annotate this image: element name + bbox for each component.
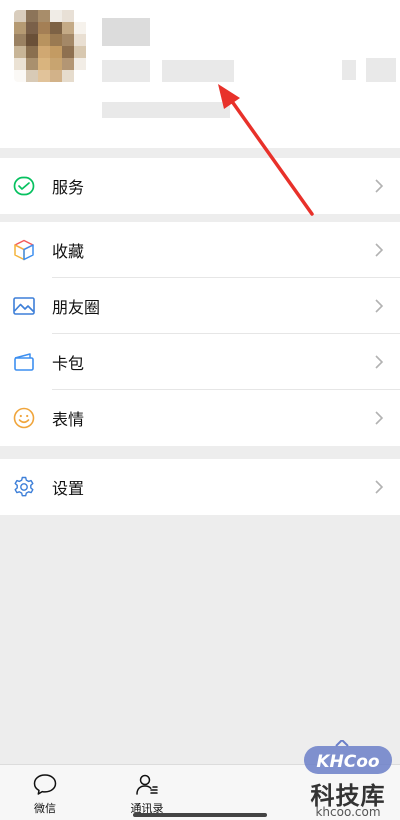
contacts-icon xyxy=(136,774,158,795)
svg-text:KHCoo: KHCoo xyxy=(316,752,380,772)
group-services: 服务 xyxy=(0,158,400,214)
chevron-right-icon xyxy=(375,480,384,494)
tab-label-chats: 微信 xyxy=(34,802,56,815)
avatar[interactable] xyxy=(14,10,86,82)
menu-item-favorites[interactable]: 收藏 xyxy=(0,222,400,278)
watermark: KHCoo 科技库 khcoo.com xyxy=(296,738,400,820)
chevron-right-icon xyxy=(375,299,384,313)
tab-contacts[interactable]: 通讯录 xyxy=(117,765,177,820)
chevron-right-icon xyxy=(375,355,384,369)
group-settings: 设置 xyxy=(0,459,400,515)
wallet-icon xyxy=(14,353,34,371)
menu-item-moments[interactable]: 朋友圈 xyxy=(0,278,400,334)
wechat-pay-icon xyxy=(13,176,35,196)
wechat-id-blurred-2 xyxy=(162,60,234,82)
tab-chats[interactable]: 微信 xyxy=(15,765,75,820)
home-indicator xyxy=(133,813,267,817)
chevron-right-icon xyxy=(375,411,384,425)
qr-arrow-blurred xyxy=(366,58,396,82)
gear-icon xyxy=(14,476,34,497)
chevron-right-icon xyxy=(375,179,384,193)
menu-item-settings[interactable]: 设置 xyxy=(0,459,400,515)
smiley-icon xyxy=(13,407,35,429)
menu-item-services[interactable]: 服务 xyxy=(0,158,400,214)
chevron-right-icon xyxy=(375,243,384,257)
qr-code-blurred[interactable] xyxy=(342,60,356,80)
menu-label-favorites: 收藏 xyxy=(52,242,85,261)
group-features: 收藏 朋友圈 卡包 表情 xyxy=(0,222,400,446)
menu-item-cards[interactable]: 卡包 xyxy=(0,334,400,390)
profile-header[interactable] xyxy=(0,0,400,148)
picture-icon xyxy=(13,297,35,315)
menu-label-cards: 卡包 xyxy=(52,354,85,373)
menu-label-settings: 设置 xyxy=(52,479,85,498)
wechat-id-blurred xyxy=(102,60,150,82)
menu-item-stickers[interactable]: 表情 xyxy=(0,390,400,446)
watermark-domain: khcoo.com xyxy=(315,805,381,819)
nickname-blurred xyxy=(102,18,150,46)
menu-label-services: 服务 xyxy=(52,178,85,197)
chat-bubble-icon xyxy=(33,774,57,795)
menu-label-stickers: 表情 xyxy=(52,410,85,429)
cube-icon xyxy=(14,239,34,261)
me-page: 服务 收藏 朋友圈 卡包 表情 设置 微信 通讯录 KHCoo 科技库 khco… xyxy=(0,0,400,820)
status-blurred xyxy=(102,102,230,118)
menu-label-moments: 朋友圈 xyxy=(52,298,101,317)
watermark-logo: KHCoo xyxy=(304,738,392,774)
